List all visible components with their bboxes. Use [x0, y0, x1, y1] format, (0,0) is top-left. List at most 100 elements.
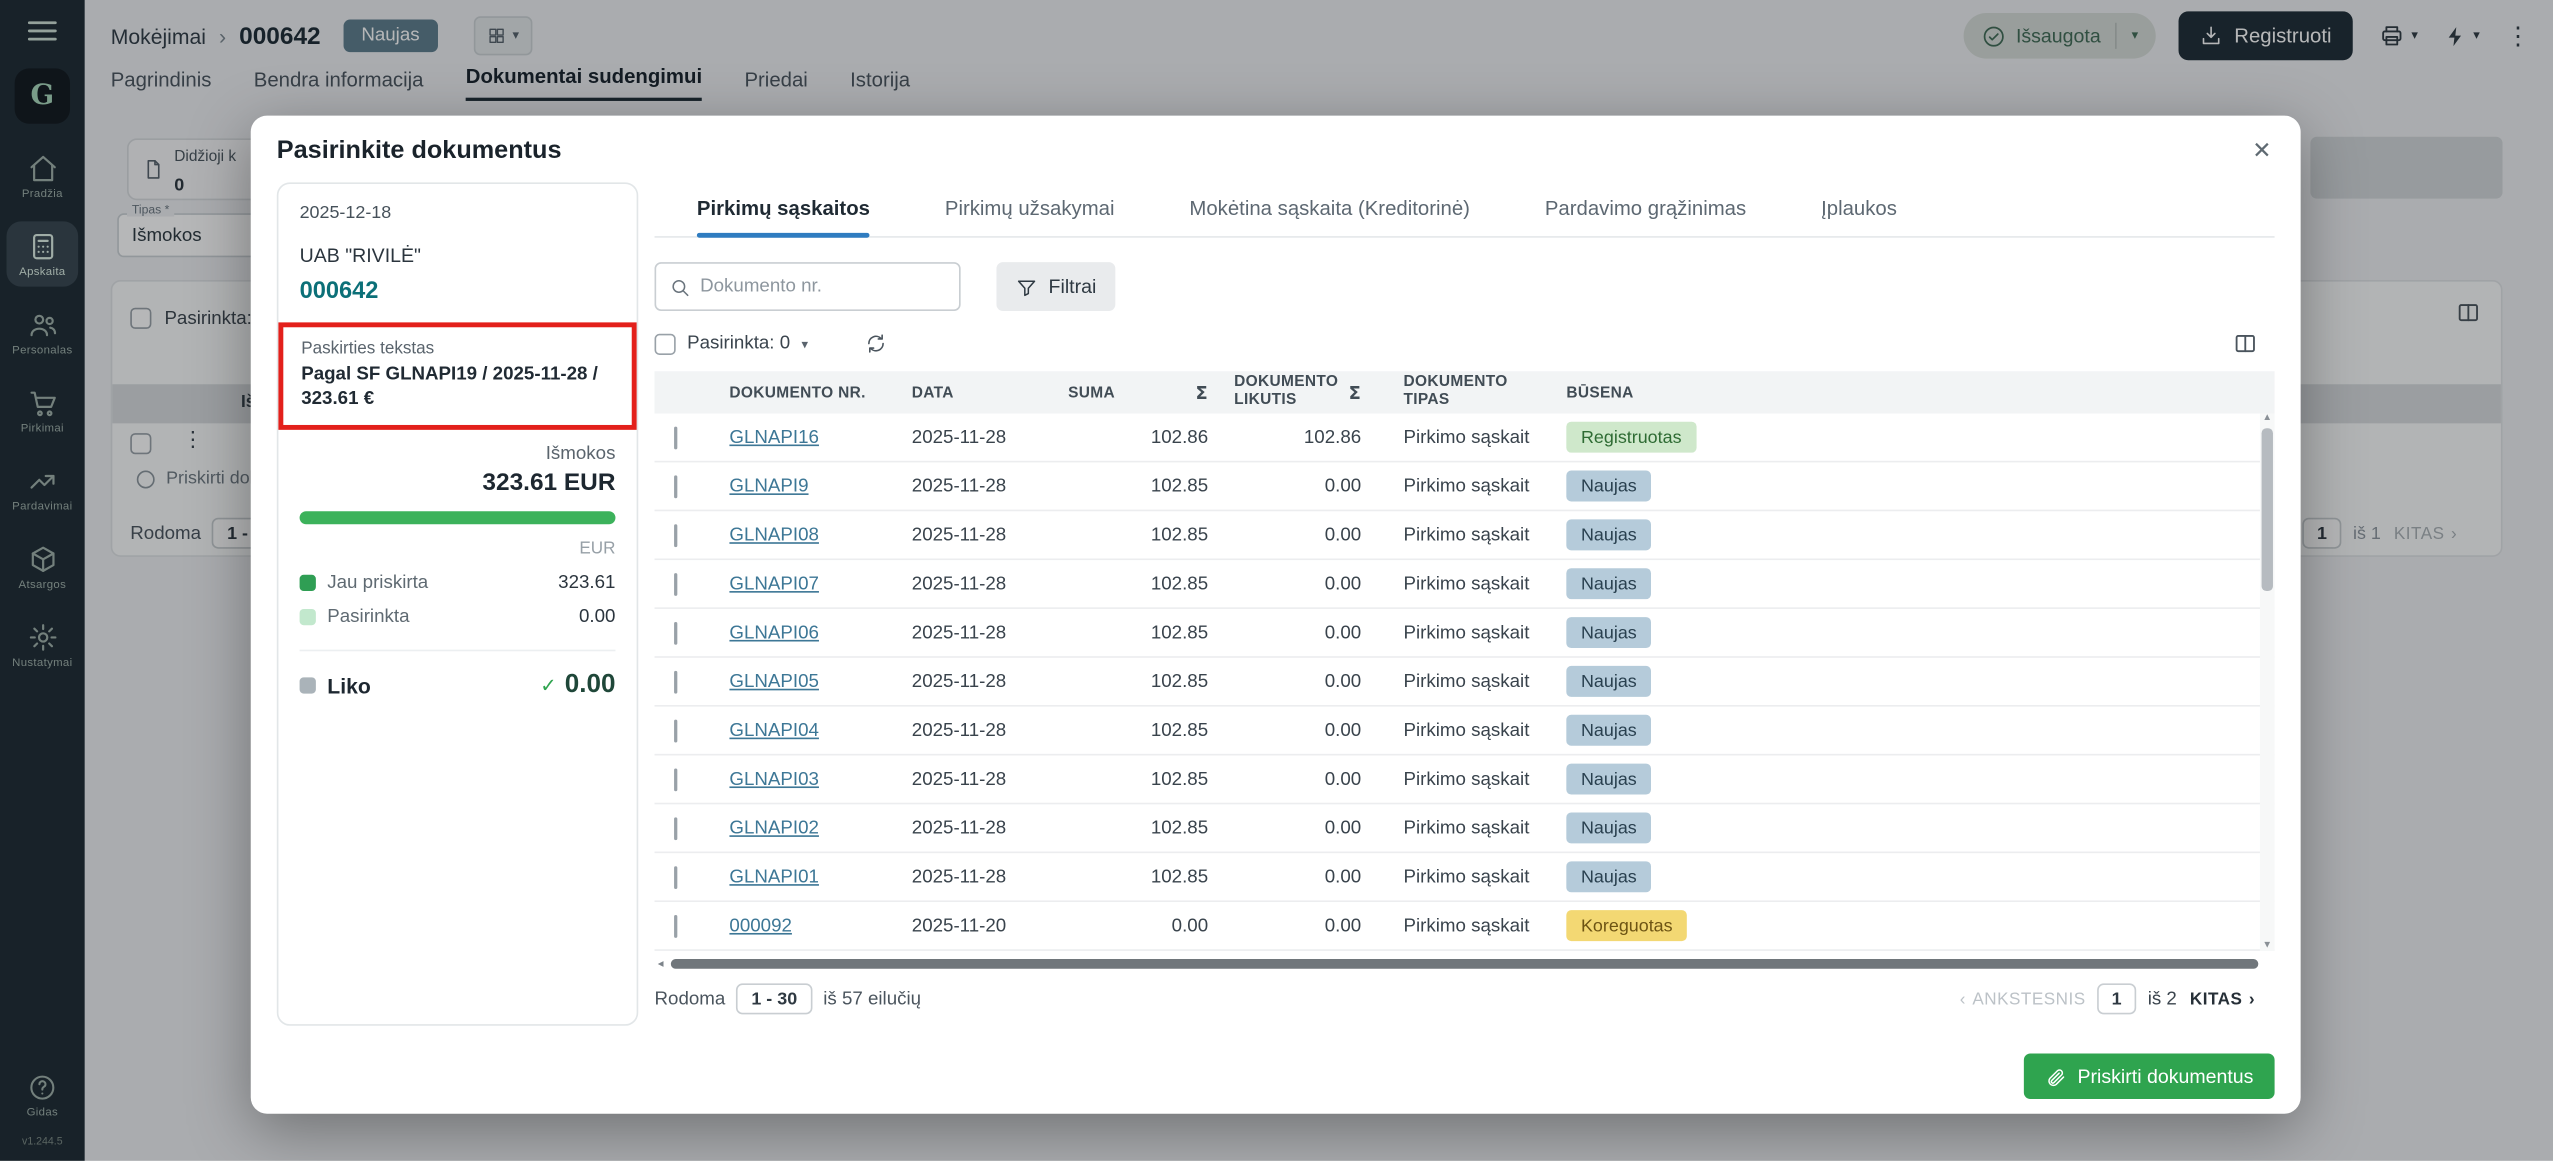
cell-likutis: 0.00	[1208, 574, 1361, 594]
tab-pardavimo-grazinimas[interactable]: Pardavimo grąžinimas	[1545, 197, 1746, 236]
assign-documents-button[interactable]: Priskirti dokumentus	[2024, 1053, 2275, 1099]
currency-label: EUR	[300, 539, 616, 559]
search-input[interactable]	[700, 277, 946, 297]
table-row[interactable]: GLNAPI9 2025-11-28 102.85 0.00 Pirkimo s…	[655, 462, 2275, 511]
row-checkbox[interactable]	[674, 865, 677, 888]
assign-button-label: Priskirti dokumentus	[2078, 1065, 2254, 1088]
cell-tipas: Pirkimo sąskait	[1361, 623, 1553, 643]
cell-date: 2025-11-20	[912, 916, 1068, 936]
table-row[interactable]: GLNAPI08 2025-11-28 102.85 0.00 Pirkimo …	[655, 511, 2275, 560]
document-link[interactable]: GLNAPI03	[729, 769, 819, 789]
columns-settings-icon[interactable]	[2232, 331, 2258, 357]
cell-date: 2025-11-28	[912, 574, 1068, 594]
cell-likutis: 0.00	[1208, 916, 1361, 936]
table-row[interactable]: GLNAPI03 2025-11-28 102.85 0.00 Pirkimo …	[655, 755, 2275, 804]
col-header-tipas[interactable]: DOKUMENTO TIPAS	[1404, 375, 1505, 411]
status-badge: Naujas	[1566, 861, 1651, 892]
row-checkbox[interactable]	[674, 523, 677, 546]
annotation-highlight-red: Paskirties tekstas Pagal SF GLNAPI19 / 2…	[278, 322, 636, 430]
close-icon[interactable]: ✕	[2252, 137, 2271, 165]
legend-assigned-value: 323.61	[558, 574, 615, 594]
scroll-left-icon[interactable]: ◂	[658, 957, 664, 970]
payment-doc-link[interactable]: 000642	[300, 278, 616, 304]
col-header-likutis[interactable]: DOKUMENTO LIKUTIS	[1234, 375, 1335, 411]
status-badge: Naujas	[1566, 764, 1651, 795]
table-row[interactable]: GLNAPI16 2025-11-28 102.86 102.86 Pirkim…	[655, 414, 2275, 463]
table-row[interactable]: GLNAPI06 2025-11-28 102.85 0.00 Pirkimo …	[655, 609, 2275, 658]
cell-suma: 102.85	[1068, 720, 1208, 740]
document-link[interactable]: GLNAPI08	[729, 525, 819, 545]
search-icon	[669, 276, 690, 297]
select-all-checkbox[interactable]	[655, 333, 676, 354]
cell-tipas: Pirkimo sąskait	[1361, 818, 1553, 838]
modal-body: 2025-12-18 UAB "RIVILĖ" 000642 Paskirtie…	[251, 176, 2301, 1039]
page-chip[interactable]: 1	[2097, 983, 2136, 1014]
status-badge: Registruotas	[1566, 422, 1696, 453]
cell-likutis: 0.00	[1208, 818, 1361, 838]
sum-aggregate-icon[interactable]: Σ	[1196, 382, 1209, 403]
col-header-suma[interactable]: SUMA	[1068, 383, 1115, 401]
horizontal-scroll-thumb[interactable]	[670, 959, 2258, 969]
cell-suma: 102.85	[1068, 769, 1208, 789]
legend-selected-value: 0.00	[579, 608, 615, 628]
cell-suma: 102.85	[1068, 867, 1208, 887]
row-checkbox[interactable]	[674, 768, 677, 791]
legend-assigned-label: Jau priskirta	[327, 574, 428, 594]
row-checkbox[interactable]	[674, 426, 677, 449]
selection-row: Pasirinkta: 0 ▾	[655, 331, 2275, 357]
row-checkbox[interactable]	[674, 914, 677, 937]
row-checkbox[interactable]	[674, 670, 677, 693]
page-of-label: iš 2	[2148, 989, 2177, 1009]
table-row[interactable]: GLNAPI02 2025-11-28 102.85 0.00 Pirkimo …	[655, 804, 2275, 853]
document-link[interactable]: GLNAPI04	[729, 720, 819, 740]
document-link[interactable]: GLNAPI02	[729, 818, 819, 838]
table-row[interactable]: GLNAPI04 2025-11-28 102.85 0.00 Pirkimo …	[655, 707, 2275, 756]
legend-selected-label: Pasirinkta	[327, 608, 409, 628]
table-row[interactable]: GLNAPI05 2025-11-28 102.85 0.00 Pirkimo …	[655, 658, 2275, 707]
document-link[interactable]: GLNAPI16	[729, 427, 819, 447]
chevron-left-icon: ‹	[1960, 989, 1966, 1009]
document-link[interactable]: GLNAPI01	[729, 867, 819, 887]
row-checkbox[interactable]	[674, 621, 677, 644]
document-link[interactable]: GLNAPI06	[729, 623, 819, 643]
row-checkbox[interactable]	[674, 719, 677, 742]
total-rows-label: iš 57 eilučių	[823, 989, 921, 1009]
chevron-down-icon[interactable]: ▾	[802, 336, 809, 351]
row-checkbox[interactable]	[674, 475, 677, 498]
sum-aggregate-icon[interactable]: Σ	[1349, 382, 1362, 403]
documents-pane: Pirkimų sąskaitos Pirkimų užsakymai Mokė…	[655, 182, 2275, 1038]
row-checkbox[interactable]	[674, 817, 677, 840]
cell-likutis: 0.00	[1208, 525, 1361, 545]
horizontal-scrollbar[interactable]: ◂	[655, 956, 2275, 972]
row-checkbox[interactable]	[674, 572, 677, 595]
scroll-up-icon[interactable]: ▲	[2262, 414, 2272, 424]
cell-tipas: Pirkimo sąskait	[1361, 769, 1553, 789]
table-row[interactable]: GLNAPI07 2025-11-28 102.85 0.00 Pirkimo …	[655, 560, 2275, 609]
document-link[interactable]: 000092	[729, 916, 791, 936]
vertical-scroll-thumb[interactable]	[2262, 428, 2273, 591]
cell-suma: 102.85	[1068, 623, 1208, 643]
cell-tipas: Pirkimo sąskait	[1361, 476, 1553, 496]
document-link[interactable]: GLNAPI05	[729, 672, 819, 692]
tab-pirkimu-saskaitos[interactable]: Pirkimų sąskaitos	[697, 197, 870, 236]
prev-page-button[interactable]: ‹ ANKSTESNIS	[1960, 989, 2086, 1009]
tab-moketina-saskaita[interactable]: Mokėtina sąskaita (Kreditorinė)	[1189, 197, 1470, 236]
status-badge: Naujas	[1566, 568, 1651, 599]
table-row[interactable]: GLNAPI01 2025-11-28 102.85 0.00 Pirkimo …	[655, 853, 2275, 902]
next-page-button[interactable]: KITAS ›	[2190, 989, 2255, 1009]
scroll-down-icon[interactable]: ▼	[2262, 941, 2272, 951]
document-link[interactable]: GLNAPI07	[729, 574, 819, 594]
vertical-scrollbar[interactable]: ▲ ▼	[2260, 414, 2275, 951]
col-header-data[interactable]: DATA	[912, 383, 1068, 401]
col-header-nr[interactable]: DOKUMENTO NR.	[729, 383, 911, 401]
tab-iplaukos[interactable]: Įplaukos	[1821, 197, 1897, 236]
modal-actions: Priskirti dokumentus	[251, 1039, 2301, 1114]
table-row[interactable]: 000092 2025-11-20 0.00 0.00 Pirkimo sąsk…	[655, 902, 2275, 951]
refresh-icon[interactable]	[865, 332, 888, 355]
col-header-busena[interactable]: BŪSENA	[1553, 383, 1781, 401]
cell-suma: 102.85	[1068, 672, 1208, 692]
filter-button[interactable]: Filtrai	[996, 262, 1115, 311]
tab-pirkimu-uzsakymai[interactable]: Pirkimų užsakymai	[945, 197, 1115, 236]
document-link[interactable]: GLNAPI9	[729, 476, 808, 496]
cell-date: 2025-11-28	[912, 525, 1068, 545]
